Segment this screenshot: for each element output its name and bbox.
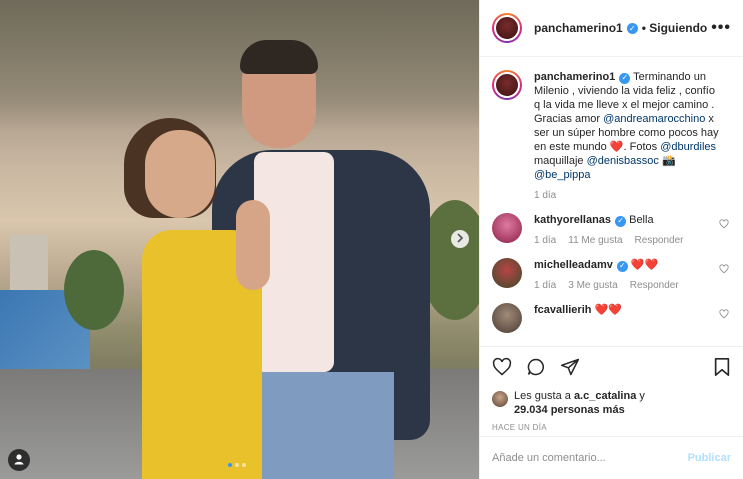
likes-text: y — [636, 390, 645, 402]
caption-username[interactable]: panchamerino1 — [534, 71, 615, 83]
post-actions: Les gusta a a.c_catalina y 29.034 person… — [480, 346, 743, 432]
likes-summary: Les gusta a a.c_catalina y 29.034 person… — [492, 389, 731, 417]
likes-text: Les gusta a — [514, 390, 574, 402]
verified-badge-icon: ✓ — [616, 260, 628, 272]
commenter-avatar[interactable] — [492, 258, 522, 288]
mention-link[interactable]: @denisbassoc — [587, 155, 659, 167]
caption-meta: 1 día — [534, 190, 724, 201]
commenter-avatar[interactable] — [492, 303, 522, 333]
mention-link[interactable]: @dburdiles — [660, 141, 716, 153]
user-icon — [13, 453, 25, 468]
comment-likes[interactable]: 3 Me gusta — [568, 280, 617, 291]
like-heart-icon[interactable] — [492, 357, 512, 377]
comment-icon[interactable] — [526, 357, 546, 377]
heart-outline-icon[interactable] — [719, 309, 729, 322]
comment-time[interactable]: 1 día — [534, 235, 556, 246]
tagged-people-button[interactable] — [8, 449, 30, 471]
more-options-icon[interactable]: ••• — [711, 19, 731, 37]
comment-item: michelleadamv ✓ ❤️❤️ 1 día 3 Me gusta Res… — [492, 258, 731, 303]
post-side-panel: panchamerino1 ✓ • Siguiendo ••• panchame… — [479, 0, 743, 479]
comment-item: kathyorellanas ✓ Bella 1 día 11 Me gusta … — [492, 213, 731, 258]
verified-badge-icon: ✓ — [615, 215, 627, 227]
camera-emoji: 📸 — [661, 155, 676, 167]
publish-button[interactable]: Publicar — [688, 452, 731, 464]
mention-link[interactable]: @andreamarocchino — [603, 113, 705, 125]
comment-text: ❤️❤️ — [627, 259, 659, 271]
caption: panchamerino1 ✓ Terminando un Milenio , v… — [492, 70, 731, 213]
heart-outline-icon[interactable] — [719, 264, 729, 277]
caption-text: panchamerino1 ✓ Terminando un Milenio , v… — [534, 70, 724, 182]
comment-item: fcavallierih ❤️❤️ — [492, 303, 731, 333]
commenter-username[interactable]: michelleadamv — [534, 259, 613, 271]
heart-outline-icon[interactable] — [719, 219, 729, 232]
next-photo-button[interactable] — [451, 230, 469, 248]
mention-link[interactable]: @be_pippa — [534, 169, 590, 181]
add-comment-bar: Publicar — [480, 436, 743, 479]
author-avatar[interactable] — [492, 70, 522, 100]
caption-text-part: . Fotos — [623, 141, 661, 153]
author-username[interactable]: panchamerino1 — [534, 21, 623, 35]
liker-avatar[interactable] — [492, 391, 508, 407]
likes-count[interactable]: 29.034 personas más — [514, 404, 625, 416]
caption-text-part: maquillaje — [534, 155, 587, 167]
bookmark-icon[interactable] — [713, 357, 731, 377]
caption-time[interactable]: 1 día — [534, 190, 556, 201]
share-icon[interactable] — [560, 357, 580, 377]
heart-emoji: ❤️ — [609, 141, 624, 153]
commenter-username[interactable]: kathyorellanas — [534, 214, 611, 226]
liker-username[interactable]: a.c_catalina — [574, 390, 636, 402]
post-header: panchamerino1 ✓ • Siguiendo ••• — [480, 0, 743, 57]
author-avatar[interactable] — [492, 13, 522, 43]
commenter-username[interactable]: fcavallierih — [534, 304, 591, 316]
comment-input[interactable] — [492, 452, 688, 464]
photo-bush — [64, 250, 124, 330]
comment-time[interactable]: 1 día — [534, 280, 556, 291]
reply-button[interactable]: Responder — [635, 235, 684, 246]
carousel-indicator — [228, 463, 246, 467]
carousel-dot — [228, 463, 232, 467]
comment-likes[interactable]: 11 Me gusta — [568, 235, 622, 246]
comment-text: ❤️❤️ — [591, 304, 622, 316]
man-jeans — [244, 372, 394, 479]
man-hair — [240, 40, 318, 74]
carousel-dot — [242, 463, 246, 467]
commenter-avatar[interactable] — [492, 213, 522, 243]
carousel-dot — [235, 463, 239, 467]
woman-arm — [236, 200, 270, 290]
verified-badge-icon: ✓ — [626, 22, 638, 34]
instagram-post: panchamerino1 ✓ • Siguiendo ••• panchame… — [0, 0, 743, 479]
woman-face — [145, 130, 215, 218]
reply-button[interactable]: Responder — [630, 280, 679, 291]
post-photo[interactable] — [0, 0, 479, 479]
verified-badge-icon: ✓ — [619, 72, 631, 84]
comments-list: panchamerino1 ✓ Terminando un Milenio , v… — [480, 58, 743, 346]
post-timestamp[interactable]: HACE UN DÍA — [492, 423, 731, 432]
following-status[interactable]: • Siguiendo — [642, 21, 708, 35]
chevron-right-icon — [456, 232, 464, 246]
comment-text: Bella — [626, 214, 654, 226]
